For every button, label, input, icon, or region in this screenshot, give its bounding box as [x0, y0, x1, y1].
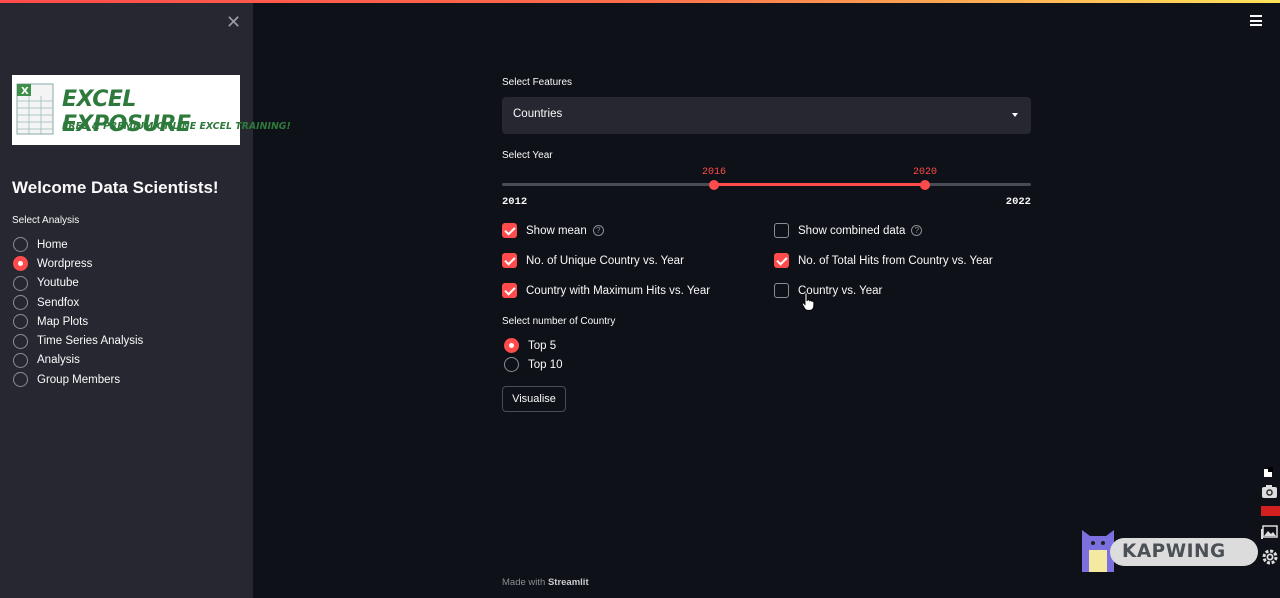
- checkbox-label: No. of Unique Country vs. Year: [526, 254, 684, 267]
- features-select[interactable]: Countries: [502, 97, 1031, 134]
- radio-label: Top 5: [528, 339, 557, 352]
- radio-time-series[interactable]: Time Series Analysis: [13, 331, 143, 350]
- radio-label: Home: [37, 238, 68, 251]
- gear-icon[interactable]: [1259, 546, 1280, 568]
- hand-cursor-icon: [801, 292, 815, 311]
- checkbox-unchecked[interactable]: [774, 283, 789, 298]
- checkbox-maximum-hits[interactable]: Country with Maximum Hits vs. Year: [502, 283, 710, 298]
- close-icon[interactable]: ✕: [226, 13, 241, 31]
- chevron-down-icon: [1012, 113, 1018, 117]
- radio-sendfox[interactable]: Sendfox: [13, 293, 143, 312]
- radio-label: Time Series Analysis: [37, 335, 144, 348]
- year-slider-low-value: 2016: [702, 167, 727, 178]
- checkbox-checked[interactable]: [774, 253, 789, 268]
- checkbox-total-hits[interactable]: No. of Total Hits from Country vs. Year: [774, 253, 993, 268]
- help-icon[interactable]: ?: [911, 225, 923, 236]
- radio-group-members[interactable]: Group Members: [13, 370, 143, 389]
- checkbox-label: Show mean: [526, 224, 587, 237]
- radio-analysis[interactable]: Analysis: [13, 351, 143, 370]
- radio-circle[interactable]: [13, 352, 28, 368]
- checkbox-checked[interactable]: [502, 253, 517, 268]
- radio-label: Sendfox: [37, 296, 80, 309]
- country-count-label: Select number of Country: [502, 316, 616, 327]
- year-slider-min: 2012: [502, 196, 528, 208]
- sidebar: ✕ X EXCEL EXPOSURE FREE & PREMIUM ONLINE…: [0, 3, 291, 598]
- spreadsheet-icon: X: [16, 83, 54, 135]
- radio-youtube[interactable]: Youtube: [13, 274, 143, 293]
- radio-label: Youtube: [37, 277, 79, 290]
- radio-top-5[interactable]: Top 5: [504, 336, 563, 355]
- analysis-radio-group: Home Wordpress Youtube Sendfox Map Plots…: [13, 235, 143, 389]
- radio-label: Wordpress: [37, 257, 93, 270]
- kapwing-watermark: KAPWING: [1080, 526, 1258, 572]
- main-content: Select Features Countries Select Year 20…: [502, 0, 1032, 598]
- checkbox-unique-country[interactable]: No. of Unique Country vs. Year: [502, 253, 684, 268]
- year-slider-range-fill: [714, 183, 925, 186]
- checkbox-label: Country with Maximum Hits vs. Year: [526, 284, 711, 297]
- radio-circle[interactable]: [13, 237, 28, 253]
- analysis-label: Select Analysis: [12, 215, 80, 226]
- footer-prefix: Made with: [502, 577, 546, 588]
- checkbox-checked[interactable]: [502, 223, 517, 238]
- year-slider-high-handle[interactable]: [920, 180, 930, 190]
- checkbox-label: Show combined data: [798, 224, 906, 237]
- radio-wordpress[interactable]: Wordpress: [13, 254, 143, 273]
- radio-circle-selected[interactable]: [504, 338, 519, 354]
- radio-label: Group Members: [37, 373, 121, 386]
- floating-toolbar: [1259, 466, 1280, 570]
- svg-text:X: X: [21, 86, 29, 97]
- radio-circle[interactable]: [13, 275, 28, 291]
- record-icon[interactable]: [1259, 504, 1280, 518]
- year-slider-max: 2022: [1005, 196, 1031, 208]
- year-slider-high-value: 2020: [913, 167, 938, 178]
- radio-home[interactable]: Home: [13, 235, 143, 254]
- excel-exposure-logo: X EXCEL EXPOSURE FREE & PREMIUM ONLINE E…: [12, 75, 291, 145]
- year-label: Select Year: [502, 150, 553, 161]
- help-icon[interactable]: ?: [592, 225, 604, 236]
- radio-label: Analysis: [37, 354, 80, 367]
- radio-circle[interactable]: [13, 295, 28, 311]
- radio-circle[interactable]: [13, 314, 28, 330]
- visualise-button[interactable]: Visualise: [502, 386, 566, 412]
- checkbox-show-mean[interactable]: Show mean ?: [502, 223, 604, 238]
- pin-icon[interactable]: [1259, 466, 1280, 480]
- checkbox-show-combined-data[interactable]: Show combined data ?: [774, 223, 923, 238]
- checkbox-unchecked[interactable]: [774, 223, 789, 238]
- radio-circle[interactable]: [13, 333, 28, 349]
- radio-circle[interactable]: [504, 357, 519, 373]
- radio-label: Map Plots: [37, 315, 89, 328]
- checkbox-checked[interactable]: [502, 283, 517, 298]
- hamburger-menu-icon[interactable]: [1250, 15, 1262, 29]
- camera-icon[interactable]: [1259, 482, 1280, 502]
- kapwing-text: KAPWING: [1122, 541, 1226, 562]
- sidebar-title: Welcome Data Scientists!: [12, 178, 219, 197]
- footer: Made with Streamlit: [502, 577, 589, 588]
- features-select-value: Countries: [513, 108, 563, 120]
- streamlit-link[interactable]: Streamlit: [548, 577, 589, 588]
- gallery-icon[interactable]: [1259, 522, 1280, 544]
- logo-tagline: FREE & PREMIUM ONLINE EXCEL TRAINING!: [62, 121, 291, 132]
- features-label: Select Features: [502, 77, 573, 88]
- year-slider-low-handle[interactable]: [709, 180, 719, 190]
- country-count-radio-group: Top 5 Top 10: [504, 336, 563, 375]
- radio-map-plots[interactable]: Map Plots: [13, 312, 143, 331]
- radio-circle[interactable]: [13, 372, 28, 388]
- radio-top-10[interactable]: Top 10: [504, 355, 563, 374]
- radio-circle-selected[interactable]: [13, 256, 28, 272]
- checkbox-label: No. of Total Hits from Country vs. Year: [798, 254, 993, 267]
- checkbox-country-vs-year[interactable]: Country vs. Year: [774, 283, 882, 298]
- radio-label: Top 10: [528, 358, 563, 371]
